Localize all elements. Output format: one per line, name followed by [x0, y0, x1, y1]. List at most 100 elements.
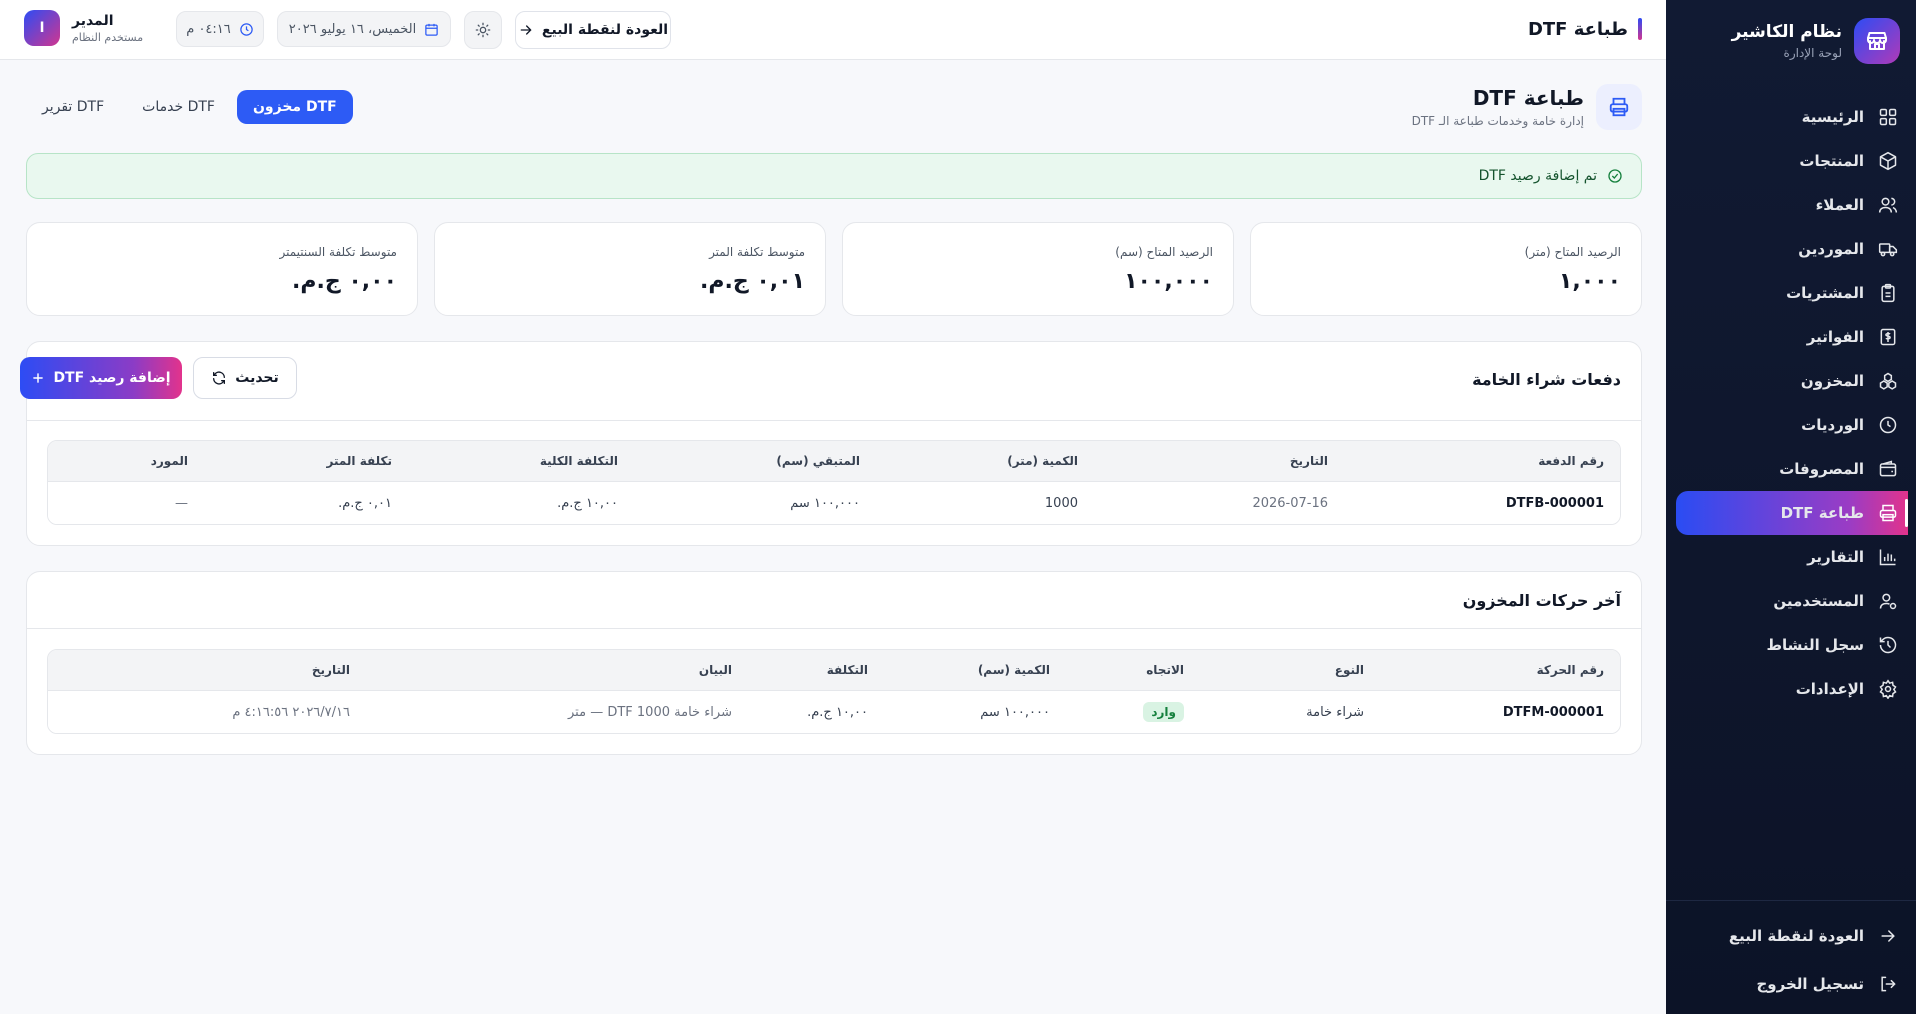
topbar: طباعة DTF العودة لنقطة البيع الخميس، ١٦ …	[0, 0, 1666, 60]
table-row[interactable]: DTFM-000001 شراء خامة وارد ١٠٠,٠٠٠ سم ١٠…	[48, 690, 1620, 733]
sidebar-bottom: العودة لنقطة البيع تسجيل الخروج	[1666, 912, 1916, 1008]
wallet-icon	[1879, 460, 1897, 477]
time-display: ٠٤:١٦ م	[176, 11, 264, 47]
sidebar-item-invoices[interactable]: الفواتير	[1666, 315, 1916, 359]
dtf-header-icon	[1596, 84, 1642, 130]
batch-total-cost: ١٠,٠٠ ج.م.	[557, 495, 618, 511]
batch-remaining: ١٠٠,٠٠٠ سم	[790, 495, 860, 511]
page-title: طباعة DTF	[1528, 18, 1642, 40]
column-header: التكلفة الكلية	[539, 454, 618, 468]
sidebar-item-products[interactable]: المنتجات	[1666, 139, 1916, 183]
users-icon	[1878, 197, 1898, 213]
stat-label: الرصيد المتاح (سم)	[1115, 245, 1213, 259]
plus-icon	[33, 373, 44, 383]
user-menu[interactable]: المدير مستخدم النظام ا	[24, 10, 143, 46]
sidebar-item-label: المشتريات	[1786, 284, 1864, 302]
batch-quantity: 1000	[1044, 495, 1078, 511]
sidebar-item-customers[interactable]: العملاء	[1666, 183, 1916, 227]
sidebar-item-label: العملاء	[1815, 196, 1864, 214]
sidebar-item-label: الموردين	[1798, 240, 1864, 258]
refresh-icon	[213, 371, 226, 385]
sidebar-item-label: طباعة DTF	[1780, 504, 1864, 522]
sidebar-logout[interactable]: تسجيل الخروج	[1666, 960, 1916, 1008]
sidebar-item-label: المصروفات	[1779, 460, 1864, 478]
stat-card-balance-cm: الرصيد المتاح (سم) ١٠٠,٠٠٠	[842, 222, 1234, 316]
sidebar-item-users[interactable]: المستخدمين	[1666, 579, 1916, 623]
back-to-pos-button[interactable]: العودة لنقطة البيع	[515, 11, 671, 49]
alert-text: تم إضافة رصيد DTF	[1478, 168, 1597, 184]
sidebar-item-inventory[interactable]: المخزون	[1666, 359, 1916, 403]
batches-table: رقم الدفعة التاريخ الكمية (متر) المتبقي …	[47, 440, 1621, 525]
brand-title: نظام الكاشير	[1731, 22, 1842, 42]
stat-value: ١٠٠,٠٠٠	[1124, 269, 1213, 294]
movement-number: DTFM-000001	[1502, 704, 1604, 720]
clipboard-icon	[1881, 283, 1895, 303]
stat-value: ٠,٠١ ج.م.	[700, 269, 805, 294]
table-header: رقم الدفعة التاريخ الكمية (متر) المتبقي …	[48, 441, 1620, 481]
batch-date: 2026-07-16	[1252, 495, 1328, 511]
sidebar-item-suppliers[interactable]: الموردين	[1666, 227, 1916, 271]
user-name: المدير	[72, 12, 114, 29]
refresh-button[interactable]: تحديث	[193, 357, 297, 399]
column-header: المتبقي (سم)	[776, 454, 860, 468]
column-header: الكمية (متر)	[1007, 454, 1078, 468]
sidebar-item-label: المنتجات	[1799, 152, 1864, 170]
brand: نظام الكاشير لوحة الإدارة	[1732, 18, 1900, 64]
movements-title: آخر حركات المخزون	[1462, 591, 1621, 610]
column-header: رقم الحركة	[1536, 663, 1604, 677]
tab-dtf-inventory[interactable]: مخزون DTF	[236, 90, 353, 124]
sidebar-item-purchases[interactable]: المشتريات	[1666, 271, 1916, 315]
main-area: طباعة DTF العودة لنقطة البيع الخميس، ١٦ …	[0, 0, 1666, 1014]
dtf-tabs: تقرير DTF خدمات DTF مخزون DTF	[26, 90, 353, 124]
sidebar: نظام الكاشير لوحة الإدارة الرئيسية المنت…	[1666, 0, 1916, 1014]
check-circle-icon	[1608, 169, 1622, 183]
stat-card-avg-meter-cost: متوسط تكلفة المتر ٠,٠١ ج.م.	[434, 222, 826, 316]
invoice-icon	[1880, 328, 1896, 346]
sidebar-item-dtf[interactable]: طباعة DTF	[1676, 491, 1908, 535]
stat-card-avg-cm-cost: متوسط تكلفة السنتيمتر ٠,٠٠ ج.م.	[26, 222, 418, 316]
batch-number: DTFB-000001	[1505, 495, 1604, 511]
batch-meter-cost: ٠,٠١ ج.م.	[338, 495, 392, 511]
divider	[27, 420, 1641, 421]
tab-dtf-report[interactable]: تقرير DTF	[26, 90, 120, 124]
user-cog-icon	[1879, 593, 1897, 610]
sidebar-item-shifts[interactable]: الورديات	[1666, 403, 1916, 447]
column-header: البيان	[698, 663, 732, 677]
printer-icon	[1879, 504, 1897, 522]
tab-dtf-services[interactable]: خدمات DTF	[126, 90, 231, 124]
box-icon	[1879, 151, 1897, 171]
movement-date: ٢٠٢٦/٧/١٦ ٤:١٦:٥٦ م	[232, 704, 350, 720]
avatar: ا	[24, 10, 60, 46]
back-to-pos-button-label: العودة لنقطة البيع	[541, 22, 669, 38]
table-row[interactable]: DTFB-000001 2026-07-16 1000 ١٠٠,٠٠٠ سم ١…	[48, 481, 1620, 524]
grid-icon	[1879, 108, 1897, 126]
sidebar-divider	[1666, 900, 1916, 901]
stat-card-balance-meter: الرصيد المتاح (متر) ١,٠٠٠	[1250, 222, 1642, 316]
section-subtitle: إدارة خامة وخدمات طباعة الـ DTF	[1411, 114, 1584, 128]
column-header: التاريخ	[1289, 454, 1328, 468]
column-header: الكمية (سم)	[977, 663, 1050, 677]
sidebar-back-to-pos[interactable]: العودة لنقطة البيع	[1666, 912, 1916, 960]
stock-icon	[1879, 372, 1897, 390]
sidebar-item-reports[interactable]: التقارير	[1666, 535, 1916, 579]
table-header: رقم الحركة النوع الاتجاه الكمية (سم) الت…	[48, 650, 1620, 690]
date-text: الخميس، ١٦ يوليو ٢٠٢٦	[288, 21, 417, 37]
clock-icon	[240, 22, 253, 36]
sidebar-item-label: الفواتير	[1806, 328, 1864, 346]
date-display: الخميس، ١٦ يوليو ٢٠٢٦	[277, 11, 451, 47]
movement-type: شراء خامة	[1306, 704, 1364, 720]
stat-value: ١,٠٠٠	[1558, 269, 1621, 294]
column-header: تكلفة المتر	[326, 454, 392, 468]
arrow-right-icon	[1881, 930, 1895, 942]
theme-toggle-button[interactable]	[464, 11, 502, 49]
sidebar-item-activity-log[interactable]: سجل النشاط	[1666, 623, 1916, 667]
column-header: التاريخ	[311, 663, 350, 677]
movement-cost: ١٠,٠٠ ج.م.	[807, 704, 868, 720]
sidebar-item-settings[interactable]: الإعدادات	[1666, 667, 1916, 711]
movement-direction: وارد	[1143, 691, 1184, 733]
sidebar-item-label: الورديات	[1801, 416, 1864, 434]
sidebar-item-expenses[interactable]: المصروفات	[1666, 447, 1916, 491]
sidebar-item-home[interactable]: الرئيسية	[1666, 95, 1916, 139]
sidebar-item-label: الرئيسية	[1801, 108, 1864, 126]
add-dtf-balance-button[interactable]: إضافة رصيد DTF	[20, 357, 182, 399]
